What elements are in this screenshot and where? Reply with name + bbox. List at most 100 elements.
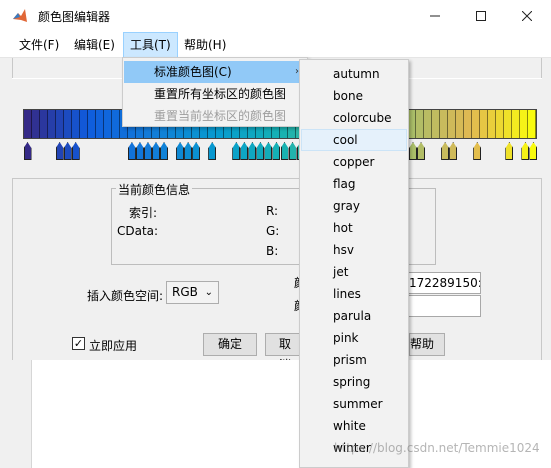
colormap-node-marker[interactable] [409, 142, 417, 160]
apply-immediately-checkbox[interactable]: ✓ [72, 337, 85, 350]
menu-item-reset-current-axes: 重置当前坐标区的颜色图 [154, 109, 287, 123]
panel-divider [12, 178, 542, 179]
colormap-node-marker[interactable] [176, 142, 185, 160]
colorbar-cell[interactable] [32, 110, 40, 138]
colorspace-value: RGB [172, 285, 198, 299]
colormap-node-marker[interactable] [184, 142, 193, 160]
colorbar-cell[interactable] [80, 110, 88, 138]
colormap-node-marker[interactable] [529, 142, 538, 160]
colormap-option-gray[interactable]: gray [301, 195, 407, 217]
colormap-option-jet[interactable]: jet [301, 261, 407, 283]
colormap-node-marker[interactable] [63, 142, 72, 160]
colorbar-cell[interactable] [448, 110, 456, 138]
colormap-node-marker[interactable] [417, 142, 426, 160]
colorbar-cell[interactable] [88, 110, 96, 138]
menu-item-reset-all-axes[interactable]: 重置所有坐标区的颜色图 [124, 83, 307, 105]
colorbar-cell[interactable] [480, 110, 488, 138]
ok-button[interactable]: 确定 [203, 333, 257, 356]
colorbar-cell[interactable] [408, 110, 416, 138]
colorbar-cell[interactable] [512, 110, 520, 138]
colorbar-cell[interactable] [528, 110, 536, 138]
colormap-option-prism[interactable]: prism [301, 349, 407, 371]
colormap-node-marker[interactable] [152, 142, 160, 160]
colormap-node-marker[interactable] [160, 142, 169, 160]
colormap-option-copper[interactable]: copper [301, 151, 407, 173]
colorspace-select[interactable]: RGB ⌄ [166, 281, 219, 304]
colormap-node-marker[interactable] [505, 142, 514, 160]
colormap-node-marker[interactable] [23, 142, 32, 160]
colormap-node-marker[interactable] [135, 142, 144, 160]
colormap-option-bone[interactable]: bone [301, 85, 407, 107]
colormap-option-pink[interactable]: pink [301, 327, 407, 349]
colormap-option-flag[interactable]: flag [301, 173, 407, 195]
colormap-node-marker[interactable] [264, 142, 273, 160]
chevron-down-icon: ⌄ [204, 287, 213, 298]
colormap-node-marker[interactable] [127, 142, 136, 160]
colormap-option-autumn[interactable]: autumn [301, 63, 407, 85]
colormap-option-white[interactable]: white [301, 415, 407, 437]
menu-item-standard-colormaps[interactable]: 标准颜色图(C) › [124, 61, 307, 83]
colorbar-cell[interactable] [472, 110, 480, 138]
colorbar-cell[interactable] [48, 110, 56, 138]
cancel-button[interactable]: 取消 [265, 333, 301, 372]
close-button[interactable] [504, 0, 550, 32]
title-bar[interactable]: 颜色图编辑器 [0, 0, 551, 32]
value-field-1[interactable]: 172289150: [404, 272, 481, 294]
colorbar-cell[interactable] [56, 110, 64, 138]
colorbar-cell[interactable] [464, 110, 472, 138]
colormap-node-marker[interactable] [192, 142, 201, 160]
minimize-button[interactable] [412, 0, 458, 32]
colormap-node-marker[interactable] [55, 142, 64, 160]
colormap-node-marker[interactable] [441, 142, 450, 160]
colorbar-cell[interactable] [424, 110, 432, 138]
colorbar-cell[interactable] [504, 110, 512, 138]
colorbar-cell[interactable] [416, 110, 424, 138]
colormap-option-summer[interactable]: summer [301, 393, 407, 415]
colormap-node-marker[interactable] [521, 142, 530, 160]
g-label: G: [266, 224, 280, 238]
menu-tools[interactable]: 工具(T) [123, 32, 178, 58]
colormap-node-marker[interactable] [240, 142, 249, 160]
colormap-option-cool[interactable]: cool [301, 129, 407, 151]
maximize-button[interactable] [458, 0, 504, 32]
colormap-node-marker[interactable] [256, 142, 265, 160]
colormap-node-marker[interactable] [288, 142, 297, 160]
colorspace-label: 插入颜色空间: [87, 289, 164, 303]
colormap-option-colorcube[interactable]: colorcube [301, 107, 407, 129]
colormap-node-marker[interactable] [143, 142, 152, 160]
colorbar-cell[interactable] [96, 110, 104, 138]
colorbar-cell[interactable] [24, 110, 32, 138]
colormap-node-marker[interactable] [280, 142, 289, 160]
colormap-option-hsv[interactable]: hsv [301, 239, 407, 261]
colorbar-cell[interactable] [72, 110, 80, 138]
colormap-node-marker[interactable] [473, 142, 482, 160]
colorbar-cell[interactable] [456, 110, 464, 138]
colorbar-cell[interactable] [40, 110, 48, 138]
colormap-option-hot[interactable]: hot [301, 217, 407, 239]
colorbar-cell[interactable] [496, 110, 504, 138]
colormap-node-marker[interactable] [272, 142, 281, 160]
colorbar-cell[interactable] [104, 110, 112, 138]
menu-help[interactable]: 帮助(H) [178, 32, 232, 58]
colormap-node-marker[interactable] [232, 142, 241, 160]
colormap-option-spring[interactable]: spring [301, 371, 407, 393]
help-button[interactable]: 帮助 [409, 333, 445, 356]
colorbar-cell[interactable] [440, 110, 448, 138]
menu-edit[interactable]: 编辑(E) [68, 32, 121, 58]
colormap-node-marker[interactable] [449, 142, 458, 160]
colormap-option-parula[interactable]: parula [301, 305, 407, 327]
colormap-editor-window: 颜色图编辑器 文件(F) 编辑(E) 工具(T) 帮助(H) 当前颜色信息 索引… [0, 0, 551, 468]
colormap-node-marker[interactable] [248, 142, 257, 160]
colormap-node-marker[interactable] [208, 142, 217, 160]
r-label: R: [266, 204, 279, 218]
colorbar-cell[interactable] [64, 110, 72, 138]
menu-file[interactable]: 文件(F) [13, 32, 65, 58]
colorbar-cell[interactable] [432, 110, 440, 138]
menu-bar: 文件(F) 编辑(E) 工具(T) 帮助(H) [0, 32, 551, 58]
colormap-node-marker[interactable] [71, 142, 80, 160]
colormap-option-lines[interactable]: lines [301, 283, 407, 305]
colorbar-cell[interactable] [520, 110, 528, 138]
colorbar-cell[interactable] [488, 110, 496, 138]
colorbar-cell[interactable] [112, 110, 120, 138]
value-field-2[interactable] [404, 295, 481, 317]
